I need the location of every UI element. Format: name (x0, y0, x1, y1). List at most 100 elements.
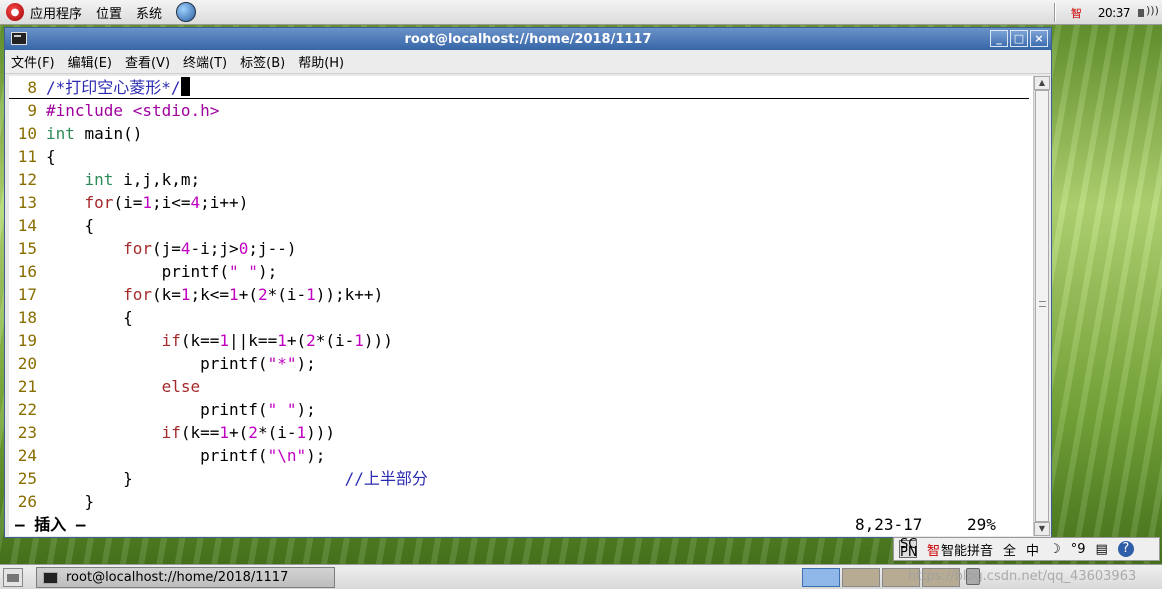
ime-name[interactable]: 智能拼音 (941, 540, 993, 559)
code-token: *(i- (257, 423, 297, 442)
ime-logo-icon[interactable]: SC PN (899, 538, 918, 559)
code-token: printf( (46, 446, 268, 465)
code-token: (j= (151, 239, 181, 258)
code-line: 26 } (9, 490, 94, 513)
redhat-logo-icon[interactable]: ● (6, 3, 24, 21)
menu-view[interactable]: 查看(V) (125, 52, 170, 71)
scroll-down-icon[interactable]: ▼ (1034, 522, 1050, 536)
code-token: *(i- (267, 285, 307, 304)
code-token: } (46, 492, 95, 511)
code-token: 4 (180, 239, 191, 258)
language-toggle[interactable]: 中 (1026, 540, 1039, 559)
ime-zhi-icon[interactable]: 智 (927, 540, 940, 559)
menu-tabs[interactable]: 标签(B) (240, 52, 285, 71)
line-number: 15 (17, 239, 37, 258)
code-line: 24 printf("\n"); (9, 444, 326, 467)
code-token: main() (74, 124, 143, 143)
code-token: (i= (113, 193, 143, 212)
code-token: { (46, 147, 56, 166)
help-icon[interactable]: ? (1117, 541, 1134, 557)
workspace-2[interactable] (842, 568, 880, 587)
close-button[interactable]: × (1030, 30, 1048, 47)
code-token: ); (296, 400, 316, 419)
watermark-text: https://blog.csdn.net/qq_43603963 (908, 569, 1137, 584)
code-line: 8 /*打印空心菱形*/ (9, 76, 1029, 99)
code-line: 19 if(k==1||k==1+(2*(i-1))) (9, 329, 393, 352)
workspace-1[interactable] (802, 568, 840, 587)
show-desktop-icon[interactable] (3, 568, 23, 587)
code-token: +( (286, 331, 307, 350)
line-number: 12 (17, 170, 37, 189)
ime-tray-icon[interactable]: 智 (1071, 5, 1082, 21)
text-cursor (180, 77, 190, 96)
terminal-text-area[interactable]: 8/*打印空心菱形*/9 #include <stdio.h> 10 int main… (9, 76, 1033, 536)
code-token: 2 (248, 423, 258, 442)
code-line: 25 } //上半部分 (9, 467, 428, 490)
menu-file[interactable]: 文件(F) (11, 52, 55, 71)
code-token: 0 (238, 239, 249, 258)
code-token: "\n" (267, 446, 307, 465)
line-number: 11 (17, 147, 37, 166)
code-line: 22 printf(" "); (9, 398, 316, 421)
keyboard-icon[interactable]: ▤ (1096, 542, 1108, 557)
code-token: ));k++) (315, 285, 384, 304)
code-line: 13 for(i=1;i<=4;i++) (9, 191, 249, 214)
line-number: 23 (17, 423, 37, 442)
minimize-button[interactable]: _ (990, 30, 1008, 47)
menu-edit[interactable]: 编辑(E) (68, 52, 112, 71)
code-line: 20 printf("*"); (9, 352, 316, 375)
menu-applications[interactable]: 应用程序 (30, 3, 82, 22)
maximize-button[interactable]: □ (1010, 30, 1028, 47)
scrollbar-thumb[interactable] (1035, 90, 1049, 522)
line-number: 8 (27, 78, 37, 97)
volume-icon[interactable] (1138, 4, 1159, 21)
code-token: for (84, 193, 114, 212)
code-token: 2 (306, 331, 316, 350)
code-token: 1 (354, 331, 364, 350)
vim-mode: — 插入 — (15, 515, 86, 534)
code-token: 2 (257, 285, 268, 304)
code-token: printf( (46, 262, 230, 281)
punctuation-toggle[interactable]: °9 (1071, 542, 1086, 557)
line-number: 9 (27, 101, 37, 120)
line-number: 19 (17, 331, 37, 350)
menu-terminal[interactable]: 终端(T) (183, 52, 227, 71)
menu-places[interactable]: 位置 (96, 3, 122, 22)
taskbar-terminal-label: root@localhost://home/2018/1117 (66, 570, 289, 585)
menu-help[interactable]: 帮助(H) (298, 52, 344, 71)
scroll-up-icon[interactable]: ▲ (1034, 76, 1050, 90)
code-token: #include <stdio.h> (46, 101, 220, 120)
scroll-grip-icon (1039, 301, 1046, 307)
taskbar-terminal-button[interactable]: root@localhost://home/2018/1117 (36, 567, 335, 588)
line-number: 16 (17, 262, 37, 281)
full-width-toggle[interactable]: 全 (1003, 540, 1016, 559)
browser-globe-icon[interactable] (176, 2, 197, 22)
moon-icon[interactable]: ☽ (1049, 542, 1061, 557)
vertical-scrollbar[interactable]: ▲ ▼ (1033, 76, 1050, 536)
code-token: (k= (151, 285, 181, 304)
line-number: 13 (17, 193, 37, 212)
line-number: 18 (17, 308, 37, 327)
code-token: } (46, 469, 345, 488)
menu-system[interactable]: 系统 (136, 3, 162, 22)
code-line: 9 #include <stdio.h> (9, 99, 219, 122)
clock[interactable]: 20:37 (1098, 6, 1131, 20)
code-token: i,j,k,m; (113, 170, 201, 189)
code-token: ;i<= (151, 193, 191, 212)
code-token: ))) (306, 423, 336, 442)
code-token: " " (267, 400, 297, 419)
line-number: 26 (17, 492, 37, 511)
window-titlebar[interactable]: root@localhost://home/2018/1117 _ □ × (5, 28, 1051, 50)
terminal-icon[interactable] (11, 32, 27, 45)
code-line: 14 { (9, 214, 94, 237)
code-token: +( (229, 423, 249, 442)
code-line: 18 { (9, 306, 133, 329)
code-token: 1 (229, 285, 239, 304)
code-token: 4 (190, 193, 201, 212)
line-number: 20 (17, 354, 37, 373)
